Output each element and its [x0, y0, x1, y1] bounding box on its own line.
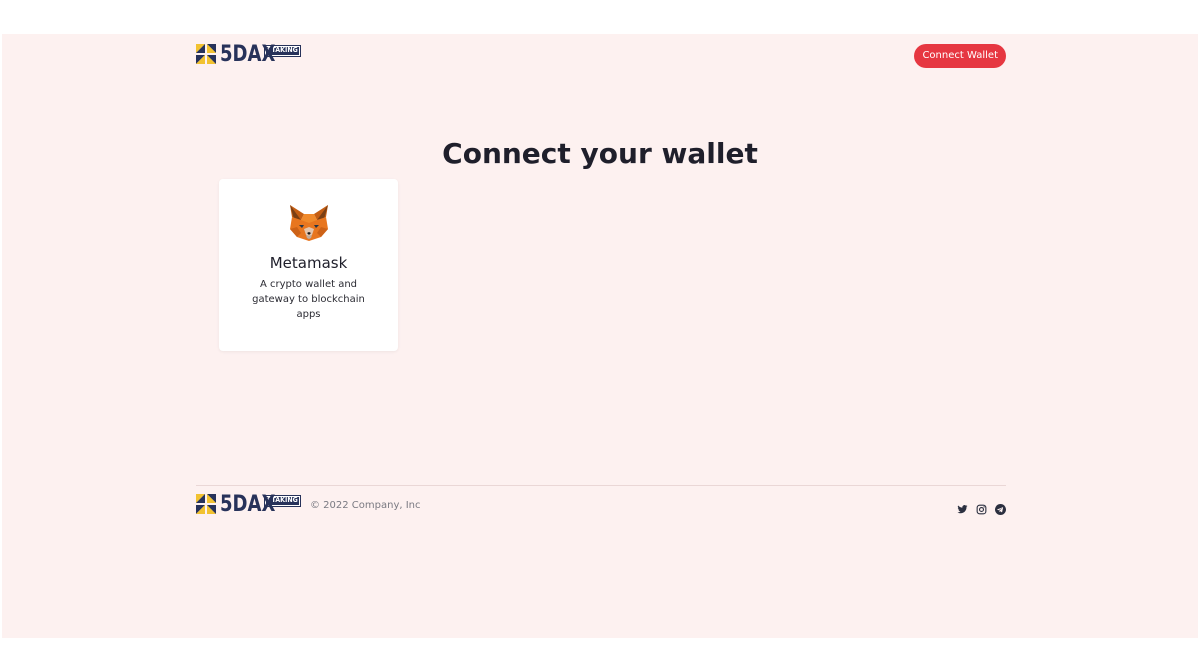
metamask-fox-icon	[290, 205, 328, 241]
telegram-icon[interactable]	[995, 500, 1006, 515]
wallet-description: A crypto wallet and gateway to blockchai…	[252, 279, 365, 320]
wallet-name: Metamask	[269, 254, 348, 272]
wallet-card-metamask[interactable]: Metamask A crypto wallet and gateway to …	[219, 179, 398, 351]
logo-mark-icon	[196, 494, 216, 514]
footer-logo[interactable]: 5DAX STAKING	[196, 494, 301, 518]
logo-text: 5DAX	[220, 492, 276, 517]
instagram-icon[interactable]	[976, 500, 987, 515]
footer-divider	[196, 485, 1006, 486]
page-frame: 5DAX STAKING Connect Wallet Connect your…	[2, 34, 1198, 638]
connect-wallet-button[interactable]: Connect Wallet	[914, 44, 1006, 68]
page-title: Connect your wallet	[442, 137, 758, 170]
header-logo[interactable]: 5DAX STAKING	[196, 44, 301, 68]
social-links	[957, 500, 1006, 515]
header: 5DAX STAKING Connect Wallet	[196, 44, 1006, 72]
copyright-text: © 2022 Company, Inc	[310, 500, 421, 511]
logo-text: 5DAX	[220, 42, 276, 67]
logo-mark-icon	[196, 44, 216, 64]
twitter-icon[interactable]	[957, 500, 968, 514]
footer: 5DAX STAKING © 2022 Company, Inc	[196, 494, 1006, 518]
